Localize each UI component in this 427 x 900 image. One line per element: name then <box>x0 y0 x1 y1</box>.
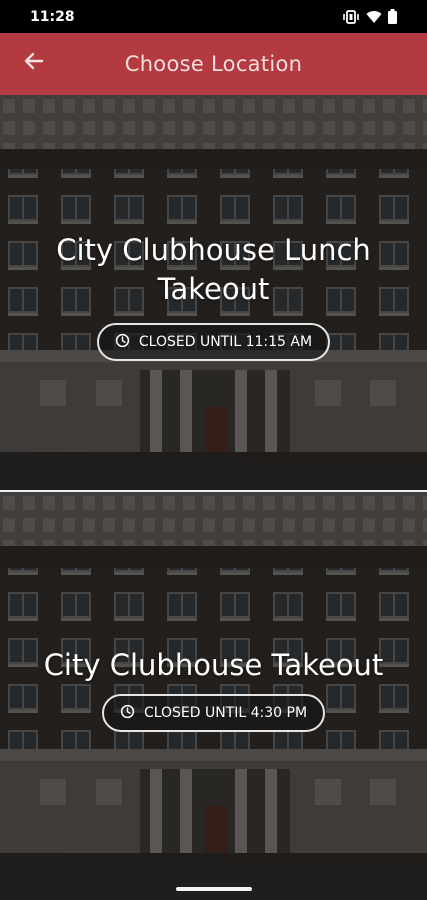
clock-icon <box>120 704 135 723</box>
status-badge: CLOSED UNTIL 4:30 PM <box>101 694 326 732</box>
arrow-left-icon <box>22 49 46 78</box>
vibrate-icon <box>342 9 360 24</box>
status-bar: 11:28 <box>0 0 427 33</box>
clock-icon <box>115 333 130 352</box>
status-icons <box>342 9 397 24</box>
status-time: 11:28 <box>30 8 75 25</box>
status-badge: CLOSED UNTIL 11:15 AM <box>96 323 331 361</box>
battery-icon <box>388 9 397 24</box>
card-content: City Clubhouse Lunch Takeout CLOSED UNTI… <box>0 231 427 361</box>
location-card-lunch-takeout[interactable]: City Clubhouse Lunch Takeout CLOSED UNTI… <box>0 95 427 490</box>
gesture-nav-handle[interactable] <box>176 887 252 891</box>
status-text: CLOSED UNTIL 4:30 PM <box>143 705 308 721</box>
status-text: CLOSED UNTIL 11:15 AM <box>138 334 313 350</box>
location-title: City Clubhouse Lunch Takeout <box>56 233 371 306</box>
location-card-takeout[interactable]: City Clubhouse Takeout CLOSED UNTIL 4:30… <box>0 492 427 900</box>
location-title: City Clubhouse Takeout <box>43 648 384 682</box>
card-content: City Clubhouse Takeout CLOSED UNTIL 4:30… <box>0 646 427 732</box>
back-button[interactable] <box>12 41 56 85</box>
app-bar: Choose Location <box>0 33 427 95</box>
page-title: Choose Location <box>124 52 303 76</box>
wifi-icon <box>366 10 382 24</box>
